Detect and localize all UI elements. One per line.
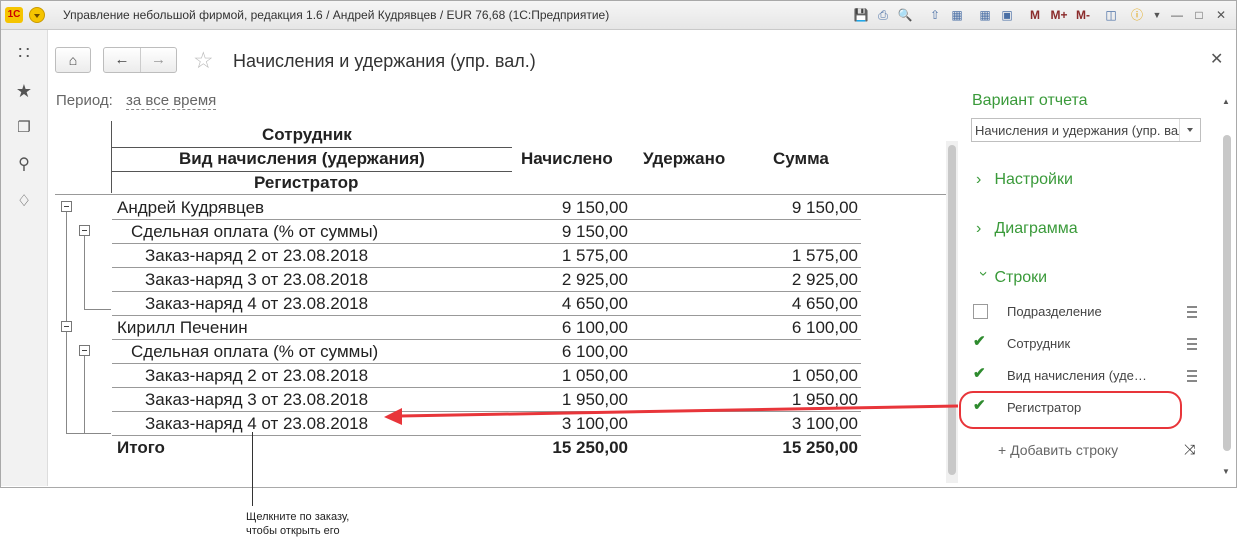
annotation-pointer-line [252,432,253,506]
annotation-text: Щелкните по заказу, чтобы открыть его [246,510,349,538]
callout-arrow [384,404,959,425]
annotation-line2: чтобы открыть его [246,525,340,537]
annotation-line1: Щелкните по заказу, [246,511,350,523]
